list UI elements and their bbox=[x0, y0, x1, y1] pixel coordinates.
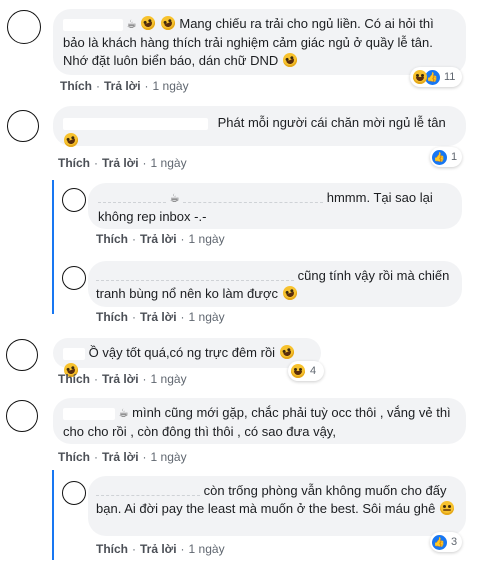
redacted-author-name[interactable] bbox=[98, 194, 166, 204]
laughing-emoji-icon bbox=[280, 284, 299, 302]
avatar[interactable] bbox=[6, 400, 38, 432]
laughing-emoji-icon bbox=[62, 131, 80, 149]
reaction-count: 11 bbox=[444, 71, 456, 83]
comment-bubble: ☕ Mang chiếu ra trải cho ngủ liền. Có ai… bbox=[53, 9, 466, 75]
reaction-count: 3 bbox=[451, 536, 458, 548]
avatar[interactable] bbox=[62, 266, 86, 290]
redacted-author-name[interactable] bbox=[96, 487, 200, 497]
timestamp[interactable]: 1 ngày bbox=[189, 542, 225, 556]
coffee-cup-icon: ☕ bbox=[169, 192, 180, 205]
like-reaction-icon: 👍 bbox=[432, 534, 447, 550]
comment-bubble: ☕ mình cũng mới gặp, chắc phải tuỳ occ t… bbox=[53, 398, 466, 444]
reaction-summary[interactable]: 👍 1 bbox=[430, 147, 462, 167]
timestamp[interactable]: 1 ngày bbox=[189, 310, 225, 324]
like-button[interactable]: Thích bbox=[60, 79, 92, 93]
timestamp[interactable]: 1 ngày bbox=[151, 372, 187, 386]
coffee-cup-icon: ☕ bbox=[118, 407, 129, 420]
reply-button[interactable]: Trả lời bbox=[104, 79, 141, 93]
comment-actions: Thích · Trả lời · 1 ngày bbox=[58, 372, 187, 386]
comment-text: Phát mỗi người cái chăn mời ngủ lễ tân bbox=[217, 115, 446, 130]
timestamp[interactable]: 1 ngày bbox=[153, 79, 189, 93]
comment-actions: Thích · Trả lời · 1 ngày bbox=[96, 542, 225, 556]
timestamp[interactable]: 1 ngày bbox=[151, 450, 187, 464]
redacted-author-name[interactable] bbox=[96, 272, 294, 282]
eye-roll-emoji-icon bbox=[439, 501, 454, 515]
reply-button[interactable]: Trả lời bbox=[140, 310, 177, 324]
like-button[interactable]: Thích bbox=[96, 232, 128, 246]
reaction-count: 4 bbox=[310, 365, 317, 377]
coffee-cup-icon: ☕ bbox=[126, 18, 137, 31]
laughing-emoji-icon bbox=[280, 50, 299, 69]
reply-thread-line bbox=[52, 470, 54, 560]
haha-reaction-icon bbox=[413, 70, 427, 84]
timestamp[interactable]: 1 ngày bbox=[189, 232, 225, 246]
like-button[interactable]: Thích bbox=[96, 310, 128, 324]
like-reaction-icon: 👍 bbox=[432, 149, 447, 165]
avatar[interactable] bbox=[62, 481, 86, 505]
like-button[interactable]: Thích bbox=[58, 372, 90, 386]
reaction-summary[interactable]: 4 bbox=[288, 361, 324, 381]
comment-bubble: Ồ vậy tốt quá,có ng trực đêm rồi bbox=[53, 338, 321, 379]
reaction-count: 1 bbox=[451, 151, 458, 163]
reaction-summary[interactable]: 👍 11 bbox=[410, 67, 462, 87]
comment-actions: Thích · Trả lời · 1 ngày bbox=[96, 310, 225, 324]
like-button[interactable]: Thích bbox=[96, 542, 128, 556]
comment-actions: Thích · Trả lời · 1 ngày bbox=[58, 450, 187, 464]
reply-button[interactable]: Trả lời bbox=[102, 156, 139, 170]
timestamp[interactable]: 1 ngày bbox=[151, 156, 187, 170]
laughing-emoji-icon bbox=[139, 14, 158, 32]
avatar[interactable] bbox=[7, 110, 39, 142]
like-button[interactable]: Thích bbox=[58, 450, 90, 464]
avatar[interactable] bbox=[7, 10, 41, 44]
redacted-author-name[interactable] bbox=[63, 407, 115, 420]
comment-actions: Thích · Trả lời · 1 ngày bbox=[58, 156, 187, 170]
comment-bubble: Phát mỗi người cái chăn mời ngủ lễ tân bbox=[53, 106, 466, 149]
comment-text: Ồ vậy tốt quá,có ng trực đêm rồi bbox=[88, 345, 276, 360]
reaction-summary[interactable]: 👍 3 bbox=[430, 532, 462, 552]
redacted-author-name bbox=[183, 194, 324, 204]
reply-button[interactable]: Trả lời bbox=[140, 232, 177, 246]
reply-bubble: còn trống phòng vẫn không muốn cho đấy b… bbox=[88, 476, 466, 536]
reply-thread-line bbox=[52, 180, 54, 314]
laughing-emoji-icon bbox=[277, 343, 296, 361]
redacted-author-name[interactable] bbox=[63, 18, 123, 31]
reply-button[interactable]: Trả lời bbox=[140, 542, 177, 556]
haha-reaction-icon bbox=[291, 364, 305, 378]
like-button[interactable]: Thích bbox=[58, 156, 90, 170]
comment-actions: Thích · Trả lời · 1 ngày bbox=[96, 232, 225, 246]
redacted-author-name[interactable] bbox=[63, 347, 85, 360]
like-reaction-icon: 👍 bbox=[425, 69, 440, 85]
reply-button[interactable]: Trả lời bbox=[102, 450, 139, 464]
avatar[interactable] bbox=[62, 188, 86, 212]
laughing-emoji-icon bbox=[158, 14, 177, 32]
redacted-author-name[interactable] bbox=[63, 117, 208, 130]
comment-actions: Thích · Trả lời · 1 ngày bbox=[60, 79, 189, 93]
reply-bubble: cũng tính vậy rồi mà chiến tranh bùng nổ… bbox=[88, 261, 462, 307]
reply-bubble: ☕ hmmm. Tại sao lại không rep inbox -.- bbox=[88, 183, 462, 229]
reply-button[interactable]: Trả lời bbox=[102, 372, 139, 386]
avatar[interactable] bbox=[6, 339, 38, 371]
